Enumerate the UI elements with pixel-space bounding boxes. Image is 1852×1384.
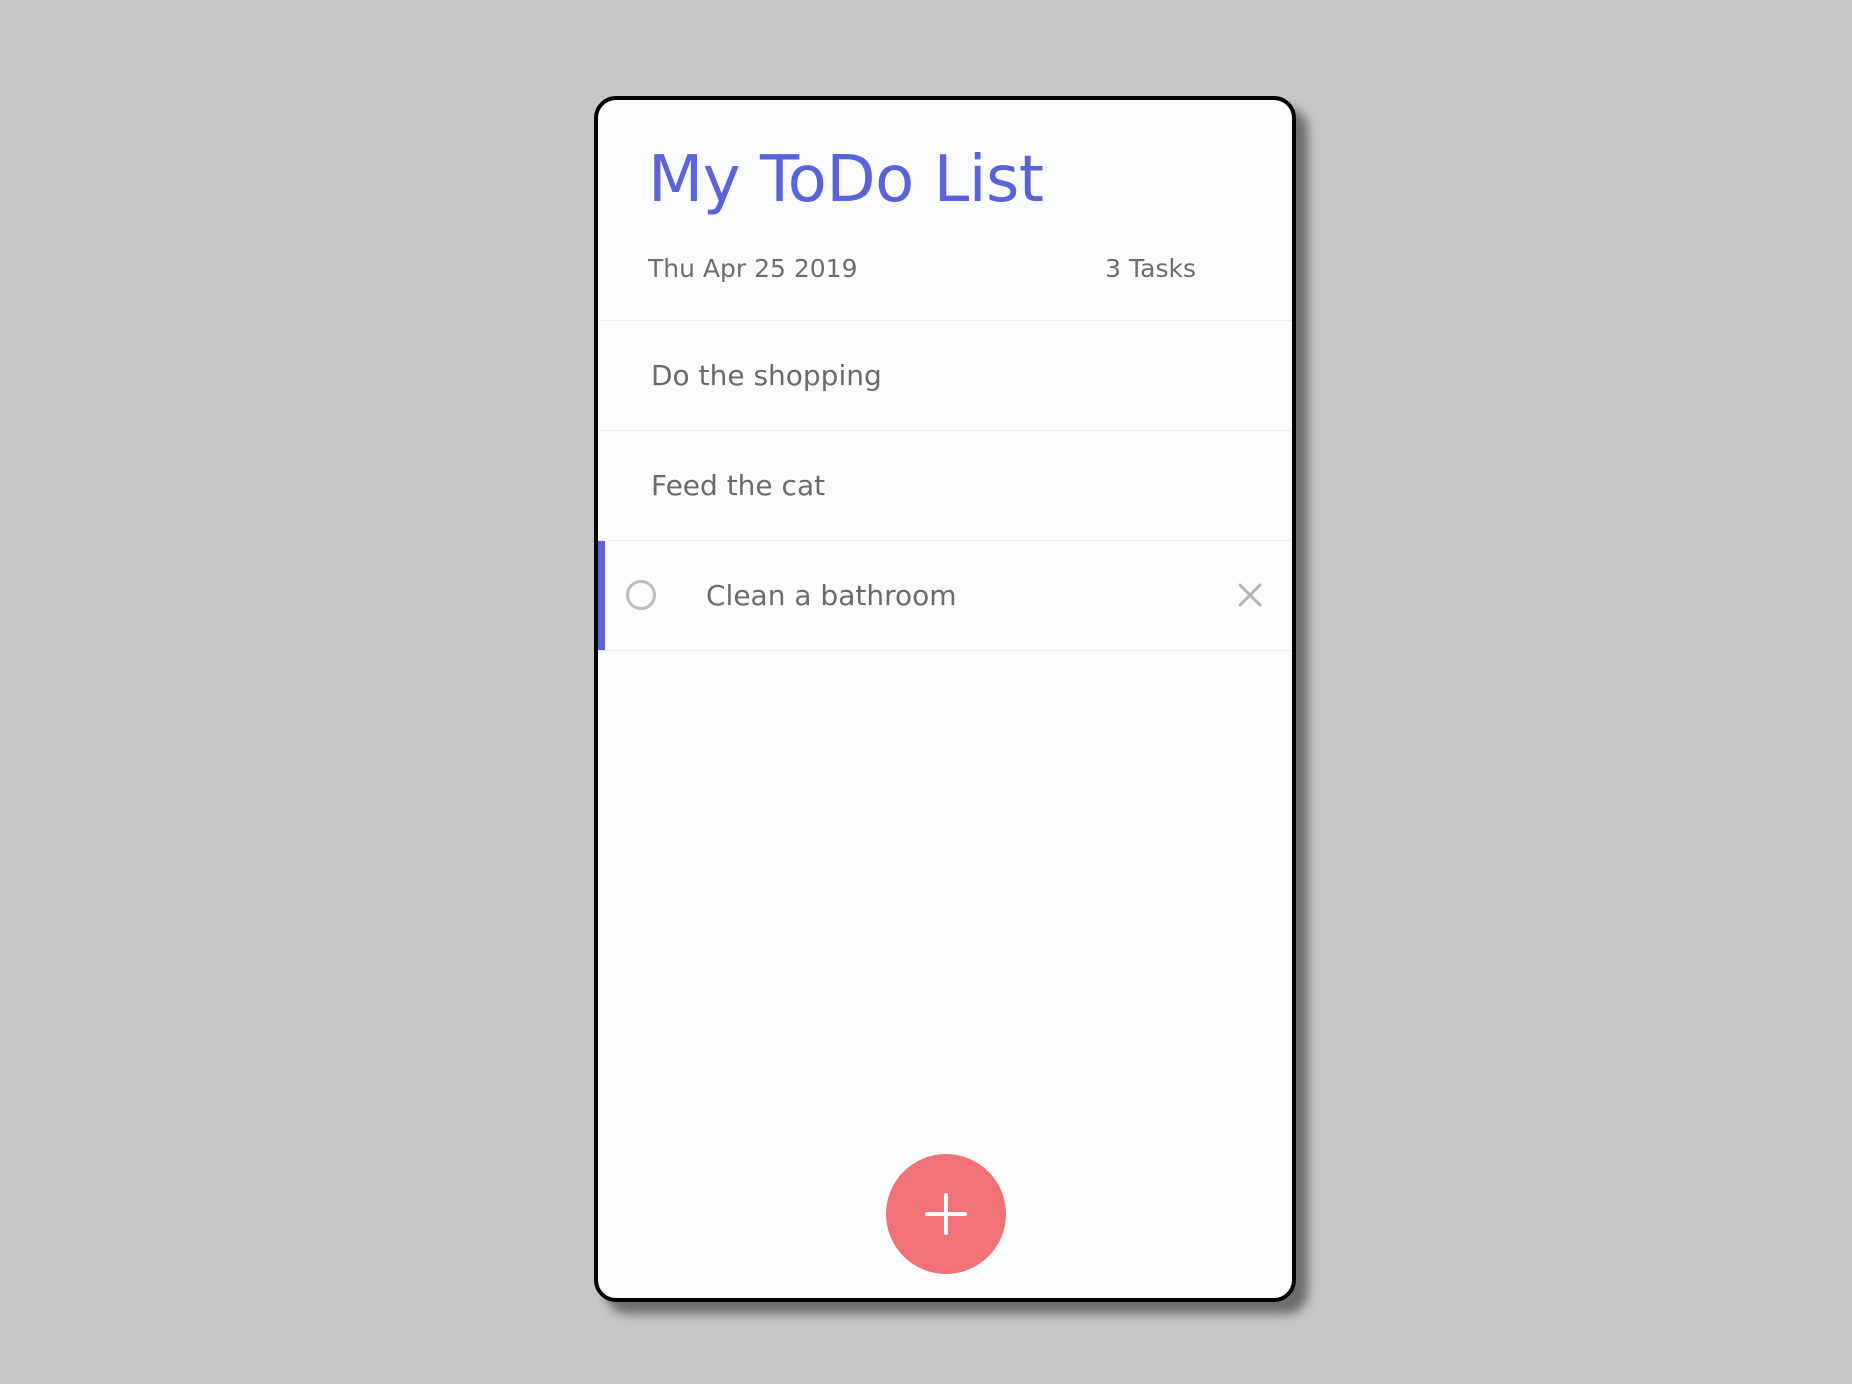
add-task-button[interactable] [886,1154,1006,1274]
plus-icon [925,1193,967,1235]
task-list: Do the shopping Feed the cat Clean a bat… [598,321,1292,651]
task-item-selected[interactable]: Clean a bathroom [598,541,1292,651]
close-icon[interactable] [1234,579,1266,611]
task-label: Do the shopping [651,359,882,392]
current-date: Thu Apr 25 2019 [648,254,858,283]
todo-header: My ToDo List Thu Apr 25 2019 3 Tasks [598,100,1292,321]
circle-checkbox-icon[interactable] [626,580,656,610]
task-count: 3 Tasks [1105,254,1196,283]
task-item[interactable]: Feed the cat [598,431,1292,541]
selection-indicator [598,541,605,650]
task-item[interactable]: Do the shopping [598,321,1292,431]
page-title: My ToDo List [648,143,1044,217]
task-label: Feed the cat [651,469,826,502]
task-label: Clean a bathroom [706,579,957,612]
todo-app-card: My ToDo List Thu Apr 25 2019 3 Tasks Do … [594,96,1296,1302]
